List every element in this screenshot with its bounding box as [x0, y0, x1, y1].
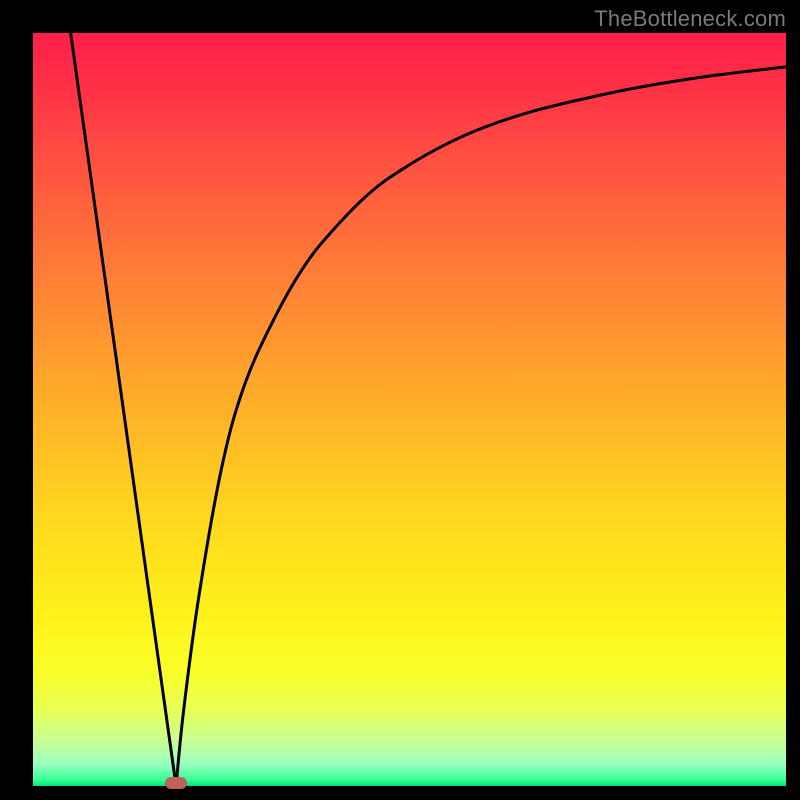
curve-svg — [33, 33, 786, 786]
chart-frame: TheBottleneck.com — [0, 0, 800, 800]
curve-left-branch — [71, 33, 176, 786]
plot-area — [33, 33, 786, 786]
curve-right-branch — [176, 67, 786, 786]
min-marker — [165, 777, 188, 788]
watermark-text: TheBottleneck.com — [594, 6, 786, 32]
